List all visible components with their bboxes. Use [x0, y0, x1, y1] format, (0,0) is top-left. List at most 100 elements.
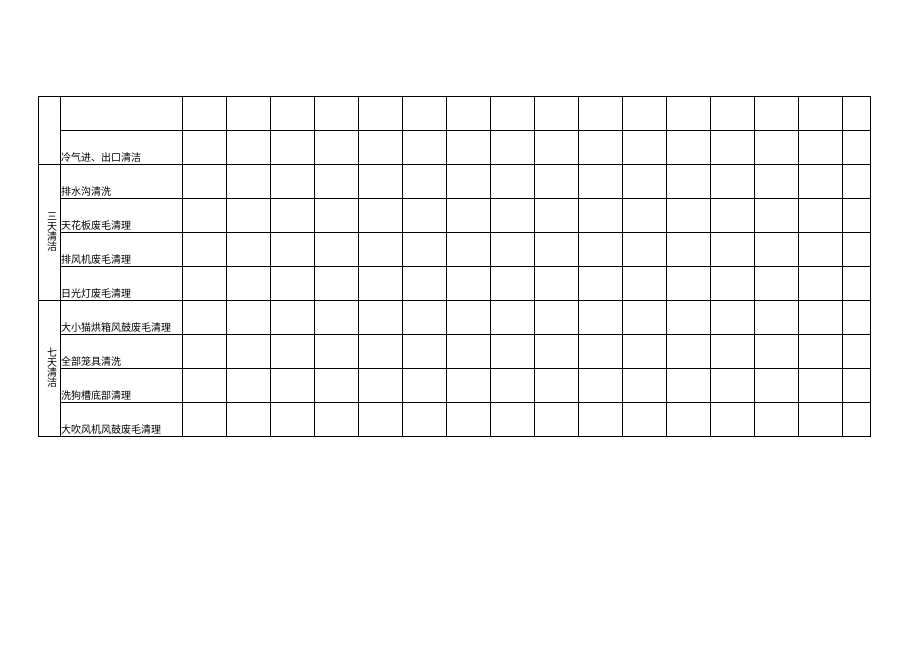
check-cell	[271, 131, 315, 165]
check-cell	[579, 199, 623, 233]
check-cell	[315, 97, 359, 131]
check-cell	[271, 165, 315, 199]
check-cell	[667, 403, 711, 437]
check-cell	[403, 199, 447, 233]
task-cell: 大小猫烘箱风鼓废毛清理	[61, 301, 183, 335]
check-cell	[315, 403, 359, 437]
table-row: 大吹风机风鼓废毛清理	[39, 403, 871, 437]
check-cell	[491, 165, 535, 199]
check-cell	[227, 233, 271, 267]
check-cell	[227, 369, 271, 403]
check-cell	[315, 267, 359, 301]
check-cell	[535, 369, 579, 403]
check-cell	[667, 301, 711, 335]
check-cell	[799, 335, 843, 369]
check-cell	[711, 267, 755, 301]
check-cell	[271, 335, 315, 369]
check-cell	[623, 165, 667, 199]
check-cell	[843, 369, 871, 403]
check-cell	[491, 267, 535, 301]
table-row: 冷气进、出口清洁	[39, 131, 871, 165]
check-cell	[579, 267, 623, 301]
check-cell	[315, 233, 359, 267]
check-cell	[271, 301, 315, 335]
check-cell	[491, 97, 535, 131]
check-cell	[711, 403, 755, 437]
check-cell	[271, 403, 315, 437]
check-cell	[227, 267, 271, 301]
check-cell	[535, 233, 579, 267]
check-cell	[623, 301, 667, 335]
check-cell	[579, 233, 623, 267]
check-cell	[447, 233, 491, 267]
check-cell	[359, 267, 403, 301]
check-cell	[491, 233, 535, 267]
task-cell	[61, 97, 183, 131]
check-cell	[843, 165, 871, 199]
check-cell	[403, 165, 447, 199]
check-cell	[711, 165, 755, 199]
check-cell	[535, 199, 579, 233]
check-cell	[183, 97, 227, 131]
check-cell	[271, 97, 315, 131]
check-cell	[315, 131, 359, 165]
check-cell	[579, 403, 623, 437]
check-cell	[359, 233, 403, 267]
check-cell	[843, 233, 871, 267]
check-cell	[227, 403, 271, 437]
check-cell	[359, 165, 403, 199]
check-cell	[403, 403, 447, 437]
check-cell	[579, 369, 623, 403]
category-label: 三天清洁	[44, 211, 56, 251]
check-cell	[755, 233, 799, 267]
table-row: 三天清洁排水沟清洗	[39, 165, 871, 199]
check-cell	[623, 335, 667, 369]
check-cell	[447, 165, 491, 199]
check-cell	[403, 131, 447, 165]
check-cell	[667, 267, 711, 301]
check-cell	[579, 301, 623, 335]
check-cell	[755, 165, 799, 199]
check-cell	[315, 369, 359, 403]
check-cell	[755, 199, 799, 233]
check-cell	[271, 199, 315, 233]
check-cell	[183, 369, 227, 403]
check-cell	[447, 301, 491, 335]
category-cell: 三天清洁	[39, 165, 61, 301]
table-row: 日光灯废毛清理	[39, 267, 871, 301]
check-cell	[403, 267, 447, 301]
check-cell	[843, 301, 871, 335]
check-cell	[623, 267, 667, 301]
check-cell	[491, 199, 535, 233]
check-cell	[447, 403, 491, 437]
check-cell	[447, 199, 491, 233]
check-cell	[755, 131, 799, 165]
check-cell	[711, 97, 755, 131]
check-cell	[183, 267, 227, 301]
check-cell	[359, 335, 403, 369]
check-cell	[755, 335, 799, 369]
check-cell	[623, 199, 667, 233]
check-cell	[535, 165, 579, 199]
check-cell	[535, 267, 579, 301]
check-cell	[403, 301, 447, 335]
check-cell	[315, 199, 359, 233]
check-cell	[843, 335, 871, 369]
check-cell	[491, 369, 535, 403]
check-cell	[579, 165, 623, 199]
check-cell	[623, 369, 667, 403]
check-cell	[447, 131, 491, 165]
task-cell: 全部笼具清洗	[61, 335, 183, 369]
check-cell	[843, 403, 871, 437]
check-cell	[579, 335, 623, 369]
check-cell	[711, 369, 755, 403]
task-cell: 日光灯废毛清理	[61, 267, 183, 301]
table-row: 七天清洁大小猫烘箱风鼓废毛清理	[39, 301, 871, 335]
cleaning-checklist-table: 冷气进、出口清洁三天清洁排水沟清洗天花板废毛清理排风机废毛清理日光灯废毛清理七天…	[38, 96, 871, 437]
check-cell	[667, 335, 711, 369]
check-cell	[667, 199, 711, 233]
check-cell	[799, 131, 843, 165]
check-cell	[359, 131, 403, 165]
check-cell	[491, 131, 535, 165]
check-cell	[711, 335, 755, 369]
